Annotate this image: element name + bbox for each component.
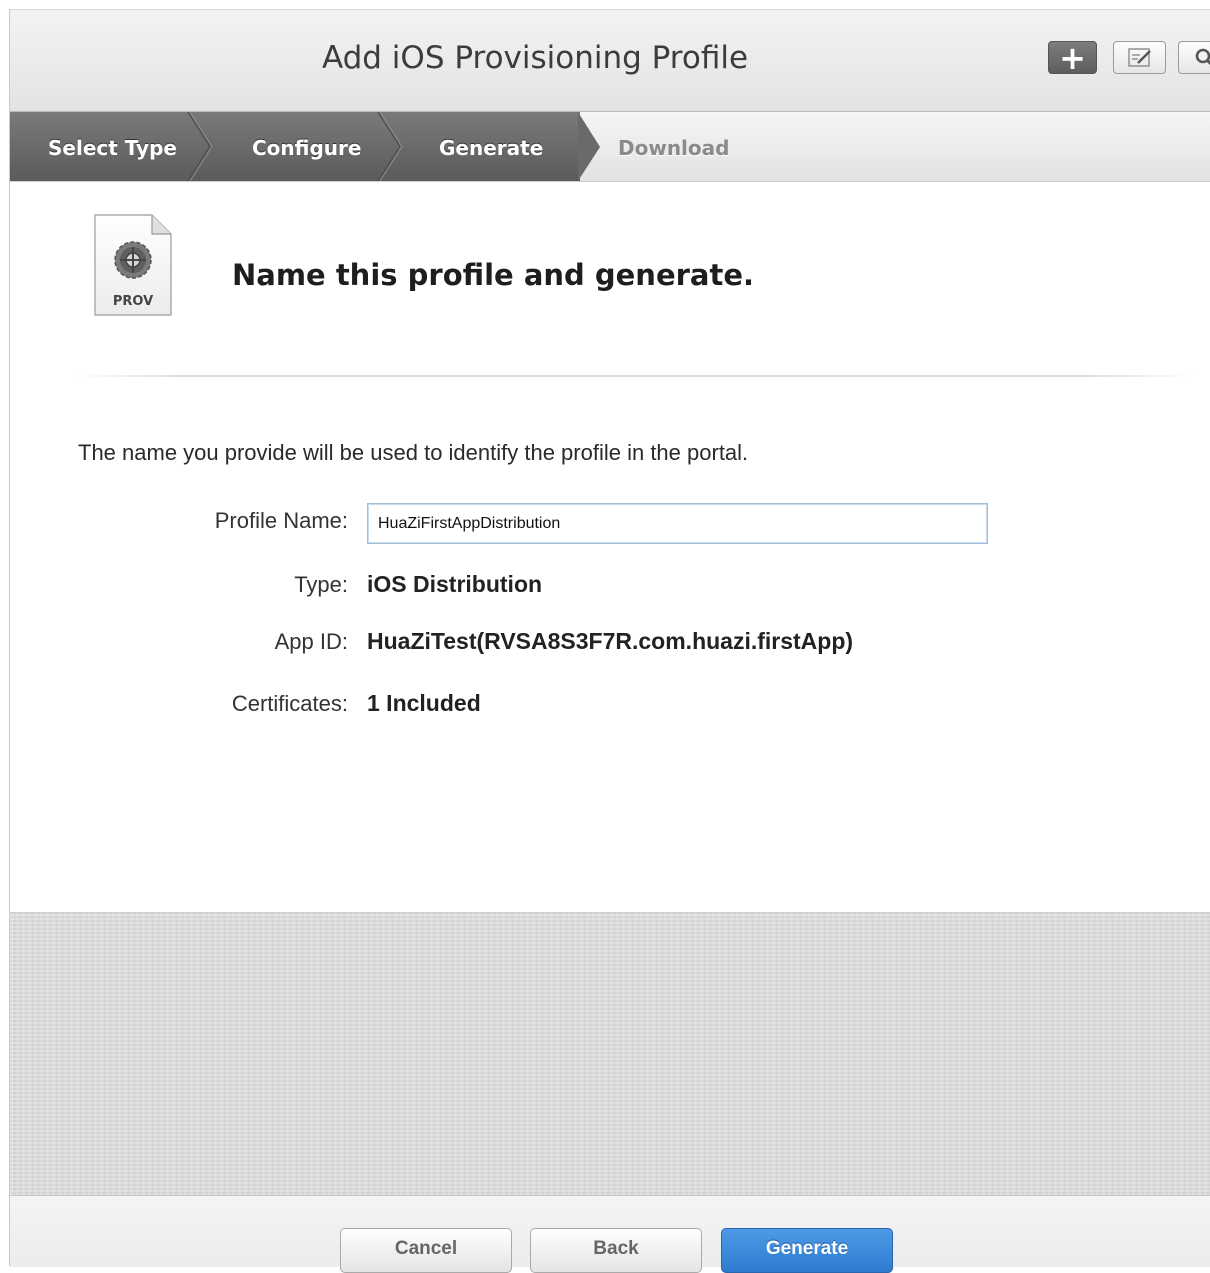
header-bar: Add iOS Provisioning Profile +	[10, 10, 1210, 112]
provisioning-file-icon: PROV	[94, 214, 172, 316]
section-heading: Name this profile and generate.	[232, 258, 755, 292]
step-configure[interactable]: Configure	[252, 136, 361, 160]
cancel-button[interactable]: Cancel	[340, 1228, 512, 1273]
generate-button[interactable]: Generate	[721, 1228, 893, 1273]
prov-label: PROV	[112, 294, 154, 309]
step-separator	[377, 112, 403, 181]
step-generate[interactable]: Generate	[439, 136, 543, 160]
type-value: iOS Distribution	[367, 571, 543, 597]
search-button[interactable]	[1178, 41, 1210, 74]
divider	[74, 375, 1194, 377]
app-id-label: App ID:	[274, 629, 348, 654]
step-separator	[187, 112, 213, 181]
app-id-value: HuaZiTest(RVSA8S3F7R.com.huazi.firstApp)	[367, 628, 854, 654]
back-button[interactable]: Back	[530, 1228, 702, 1273]
textured-background	[10, 912, 1210, 1196]
profile-name-input[interactable]	[367, 503, 988, 544]
certificates-label: Certificates:	[231, 691, 348, 716]
provisioning-window: Add iOS Provisioning Profile + Select Ty…	[9, 9, 1210, 1273]
steps-bar: Select Type Configure Generate Download	[10, 112, 1210, 182]
step-select-type[interactable]: Select Type	[48, 136, 177, 160]
edit-icon	[1128, 48, 1151, 67]
gear-icon	[114, 241, 152, 279]
search-icon	[1195, 48, 1210, 66]
plus-icon: +	[1059, 39, 1086, 77]
certificates-value: 1 Included	[367, 690, 481, 716]
edit-button[interactable]	[1113, 41, 1166, 74]
description-text: The name you provide will be used to ide…	[78, 440, 749, 465]
step-download: Download	[618, 136, 730, 160]
page-title: Add iOS Provisioning Profile	[321, 40, 749, 76]
profile-name-label: Profile Name:	[214, 508, 348, 533]
add-button[interactable]: +	[1048, 39, 1097, 77]
footer-bar: Cancel Back Generate	[10, 1195, 1210, 1273]
type-label: Type:	[294, 572, 348, 597]
